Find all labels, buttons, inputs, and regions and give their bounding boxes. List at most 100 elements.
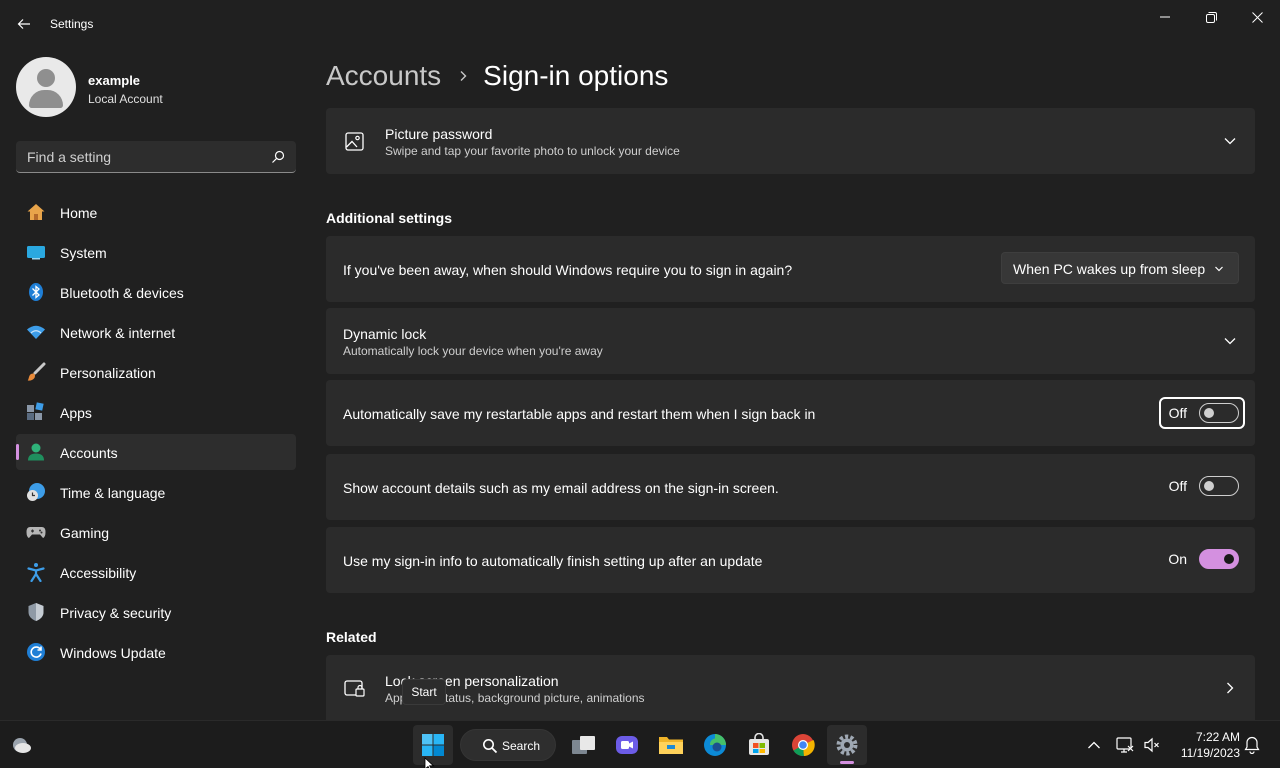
sidebar-item-label: Bluetooth & devices — [60, 285, 184, 301]
sidebar-item-label: Windows Update — [60, 645, 166, 661]
start-tooltip: Start — [402, 679, 446, 705]
related-heading: Related — [326, 629, 377, 645]
chevron-up-icon[interactable] — [1087, 739, 1101, 751]
notification-bell-icon[interactable] — [1244, 736, 1260, 754]
sidebar-item-bluetooth[interactable]: Bluetooth & devices — [16, 274, 296, 310]
chevron-down-icon[interactable] — [1223, 334, 1237, 348]
sidebar-item-label: Privacy & security — [60, 605, 172, 621]
sidebar-item-label: Network & internet — [60, 325, 176, 341]
store-button[interactable] — [739, 725, 779, 765]
dynamic-lock-title: Dynamic lock — [343, 326, 427, 342]
accounts-icon — [26, 442, 46, 462]
sidebar-nav: Home System Bluetooth & devices Network … — [16, 194, 296, 674]
sidebar-item-label: Home — [60, 205, 98, 221]
dropdown-selected-value: When PC wakes up from sleep — [1013, 261, 1206, 277]
user-profile[interactable]: example Local Account — [16, 57, 296, 117]
volume-muted-icon[interactable] — [1143, 736, 1161, 754]
back-arrow-icon — [17, 19, 30, 29]
teams-chat-button[interactable] — [607, 725, 647, 765]
network-icon[interactable] — [1116, 736, 1134, 754]
close-button[interactable] — [1234, 4, 1280, 30]
store-bag-icon — [749, 733, 769, 755]
signin-info-label: Use my sign-in info to automatically fin… — [343, 553, 763, 569]
lock-screen-card[interactable]: Lock screen personalization Apps and sta… — [326, 655, 1255, 720]
picture-password-card[interactable]: Picture password Swipe and tap your favo… — [326, 108, 1255, 174]
sign-in-again-label: If you've been away, when should Windows… — [343, 262, 793, 278]
search-input[interactable] — [16, 141, 266, 172]
dynamic-lock-subtitle: Automatically lock your device when you'… — [343, 344, 603, 358]
bluetooth-icon — [26, 282, 46, 302]
system-icon — [26, 242, 46, 262]
picture-icon — [345, 132, 364, 151]
edge-icon — [704, 734, 726, 756]
sidebar-item-privacy-security[interactable]: Privacy & security — [16, 594, 296, 630]
signin-info-toggle-wrap: On — [1159, 549, 1239, 569]
file-explorer-button[interactable] — [651, 725, 691, 765]
windows-logo-icon — [422, 734, 444, 756]
restore-icon — [1205, 11, 1217, 23]
account-details-card: Show account details such as my email ad… — [326, 454, 1255, 520]
chevron-right-icon — [460, 71, 467, 81]
sidebar-item-home[interactable]: Home — [16, 194, 296, 230]
additional-settings-heading: Additional settings — [326, 210, 452, 226]
sidebar-item-label: Personalization — [60, 365, 156, 381]
weather-cloud-icon — [13, 738, 31, 753]
app-title: Settings — [50, 17, 94, 31]
taskbar-search-label: Search — [502, 739, 541, 753]
sidebar-item-personalization[interactable]: Personalization — [16, 354, 296, 390]
settings-app-button[interactable] — [827, 725, 867, 765]
chevron-right-icon — [1227, 682, 1234, 694]
toggle-state-text: Off — [1168, 405, 1187, 421]
sign-in-again-dropdown[interactable]: When PC wakes up from sleep — [1001, 252, 1239, 284]
picture-password-title: Picture password — [385, 126, 493, 142]
update-icon — [26, 642, 46, 662]
clock-time: 7:22 AM — [1195, 730, 1240, 744]
accessibility-icon — [26, 562, 46, 582]
account-details-toggle-wrap: Off — [1159, 476, 1239, 496]
restart-apps-toggle-wrap: Off — [1159, 397, 1245, 429]
profile-name: example — [88, 73, 141, 88]
dynamic-lock-card[interactable]: Dynamic lock Automatically lock your dev… — [326, 308, 1255, 374]
back-button[interactable] — [10, 10, 38, 38]
breadcrumb-parent[interactable]: Accounts — [326, 60, 441, 92]
task-view-button[interactable] — [564, 725, 604, 765]
clock-date: 11/19/2023 — [1180, 746, 1240, 760]
wifi-icon — [26, 322, 46, 342]
sidebar-item-apps[interactable]: Apps — [16, 394, 296, 430]
apps-icon — [26, 402, 46, 422]
chevron-down-icon[interactable] — [1223, 134, 1237, 148]
restart-apps-label: Automatically save my restartable apps a… — [343, 406, 816, 422]
home-icon — [26, 202, 46, 222]
minimize-button[interactable] — [1142, 4, 1188, 30]
chrome-icon — [792, 734, 815, 757]
restart-apps-toggle[interactable] — [1199, 403, 1239, 423]
chrome-button[interactable] — [783, 725, 823, 765]
title-bar: Settings — [0, 0, 1280, 48]
sidebar-item-system[interactable]: System — [16, 234, 296, 270]
search-box — [16, 141, 296, 173]
sidebar-item-windows-update[interactable]: Windows Update — [16, 634, 296, 670]
account-details-toggle[interactable] — [1199, 476, 1239, 496]
page-title: Sign-in options — [483, 60, 669, 91]
sidebar-item-time-language[interactable]: Time & language — [16, 474, 296, 510]
chevron-down-icon — [1215, 266, 1223, 272]
system-clock[interactable]: 7:22 AM 11/19/2023 — [1170, 729, 1240, 761]
signin-info-card: Use my sign-in info to automatically fin… — [326, 527, 1255, 593]
account-details-label: Show account details such as my email ad… — [343, 480, 779, 496]
sidebar-item-label: Accessibility — [60, 565, 137, 581]
sidebar-item-gaming[interactable]: Gaming — [16, 514, 296, 550]
restore-button[interactable] — [1188, 4, 1234, 30]
profile-account-type: Local Account — [88, 92, 163, 106]
taskbar-search[interactable]: Search — [460, 729, 556, 761]
edge-browser-button[interactable] — [695, 725, 735, 765]
shield-icon — [26, 602, 46, 622]
signin-info-toggle[interactable] — [1199, 549, 1239, 569]
widgets-button[interactable] — [2, 725, 42, 765]
folder-icon — [659, 737, 683, 754]
sidebar-item-accounts[interactable]: Accounts — [16, 434, 296, 470]
sidebar-item-label: Time & language — [60, 485, 166, 501]
search-icon[interactable] — [271, 150, 285, 164]
sidebar-item-network[interactable]: Network & internet — [16, 314, 296, 350]
sidebar-item-accessibility[interactable]: Accessibility — [16, 554, 296, 590]
video-chat-icon — [616, 736, 638, 754]
